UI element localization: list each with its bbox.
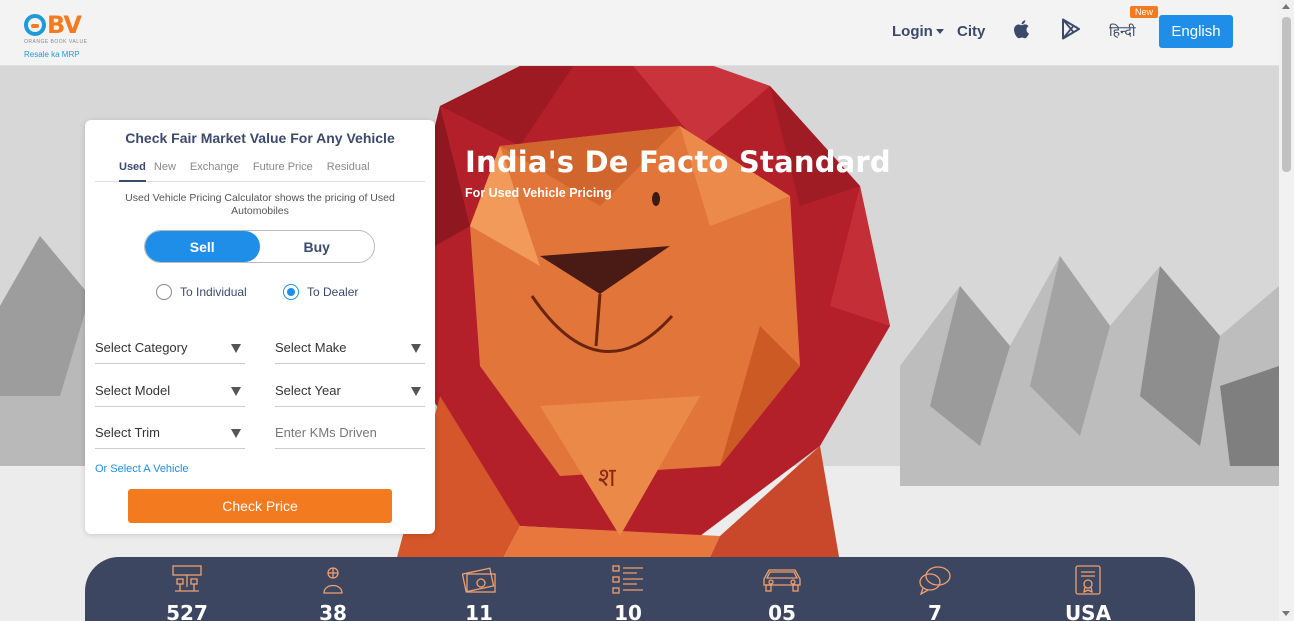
select-category[interactable]: Select Category	[95, 330, 245, 364]
hindi-language-link[interactable]: हिन्दी	[1109, 22, 1135, 41]
tab-exchange[interactable]: Exchange	[190, 158, 239, 182]
logo-tagline: Resale ka MRP	[24, 50, 80, 59]
certificate-icon	[1075, 565, 1101, 595]
select-model-label: Select Model	[95, 383, 171, 398]
money-icon	[462, 567, 496, 593]
select-make[interactable]: Select Make	[275, 330, 425, 364]
page-scrollbar[interactable]	[1279, 0, 1294, 621]
scroll-up-arrow-icon[interactable]	[1282, 4, 1290, 9]
caret-down-icon	[935, 29, 944, 34]
radio-label: To Dealer	[307, 285, 359, 299]
sell-option[interactable]: Sell	[145, 231, 260, 262]
logo-mark: BV	[24, 12, 94, 38]
select-category-label: Select Category	[95, 340, 188, 355]
stats-band: 527 38 11 10 05 7 USA	[85, 557, 1195, 621]
select-year[interactable]: Select Year	[275, 373, 425, 407]
tab-new[interactable]: New	[154, 158, 176, 182]
logo-brand: BV	[47, 11, 82, 39]
radio-circle	[156, 284, 172, 300]
card-title: Check Fair Market Value For Any Vehicle	[125, 130, 395, 146]
dropdown-arrow-icon	[231, 387, 241, 396]
sell-buy-toggle: Sell Buy	[144, 230, 375, 263]
stat-value: 05	[768, 601, 796, 621]
english-language-button[interactable]: English	[1159, 15, 1233, 48]
stat-item: 05	[752, 565, 812, 621]
hero-subtitle: For Used Vehicle Pricing	[465, 186, 612, 200]
stat-item: 7	[905, 565, 965, 621]
city-link[interactable]: City	[957, 23, 985, 40]
or-select-vehicle-link[interactable]: Or Select A Vehicle	[95, 463, 189, 475]
hero-title: India's De Facto Standard	[465, 145, 891, 179]
login-label: Login	[892, 23, 933, 40]
stat-value: 10	[614, 601, 642, 621]
dropdown-arrow-icon	[411, 387, 421, 396]
select-year-label: Select Year	[275, 383, 341, 398]
stat-item: 11	[449, 565, 509, 621]
tab-used[interactable]: Used	[119, 158, 146, 182]
dropdown-arrow-icon	[231, 429, 241, 438]
google-play-icon[interactable]	[1060, 18, 1082, 40]
stat-item: 10	[598, 565, 658, 621]
logo-small-text: ORANGE BOOK VALUE	[24, 39, 88, 45]
select-make-label: Select Make	[275, 340, 347, 355]
vehicle-type-tabs: Used New Exchange Future Price Residual	[95, 158, 425, 182]
radio-to-dealer[interactable]: To Dealer	[283, 284, 358, 300]
stat-value: USA	[1064, 601, 1112, 621]
stat-value: 11	[465, 601, 493, 621]
car-icon	[763, 569, 801, 592]
scroll-down-arrow-icon[interactable]	[1282, 611, 1290, 616]
scroll-thumb[interactable]	[1282, 17, 1291, 172]
header: BV ORANGE BOOK VALUE Resale ka MRP Login…	[0, 0, 1279, 66]
buy-option[interactable]: Buy	[260, 231, 375, 262]
select-trim[interactable]: Select Trim	[95, 415, 245, 449]
list-icon	[612, 565, 643, 594]
users-network-icon	[172, 565, 202, 592]
globe-person-icon	[323, 567, 343, 594]
stat-item: 38	[303, 565, 363, 621]
dropdown-arrow-icon	[411, 344, 421, 353]
obv-logo[interactable]: BV ORANGE BOOK VALUE Resale ka MRP	[24, 12, 94, 62]
price-check-card: Check Fair Market Value For Any Vehicle …	[85, 120, 435, 534]
check-price-button[interactable]: Check Price	[128, 489, 392, 523]
radio-to-individual[interactable]: To Individual	[156, 284, 247, 300]
logo-o-icon	[24, 14, 46, 36]
stat-value: 38	[319, 601, 347, 621]
login-dropdown[interactable]: Login	[892, 23, 944, 40]
stat-value: 7	[928, 601, 942, 621]
tab-residual[interactable]: Residual	[327, 158, 370, 182]
select-model[interactable]: Select Model	[95, 373, 245, 407]
select-trim-label: Select Trim	[95, 425, 161, 440]
svg-text:श: श	[598, 463, 617, 493]
chat-icon	[919, 566, 951, 595]
radio-circle	[283, 284, 299, 300]
tab-future-price[interactable]: Future Price	[253, 158, 313, 182]
kms-driven-input[interactable]: Enter KMs Driven	[275, 415, 425, 449]
stat-item: USA	[1058, 565, 1118, 621]
calculator-description: Used Vehicle Pricing Calculator shows th…	[125, 192, 395, 217]
radio-label: To Individual	[180, 285, 247, 299]
dropdown-arrow-icon	[231, 344, 241, 353]
new-badge: New	[1130, 6, 1159, 18]
stat-value: 527	[166, 601, 208, 621]
apple-icon[interactable]	[1012, 18, 1032, 40]
stat-item: 527	[157, 565, 217, 621]
